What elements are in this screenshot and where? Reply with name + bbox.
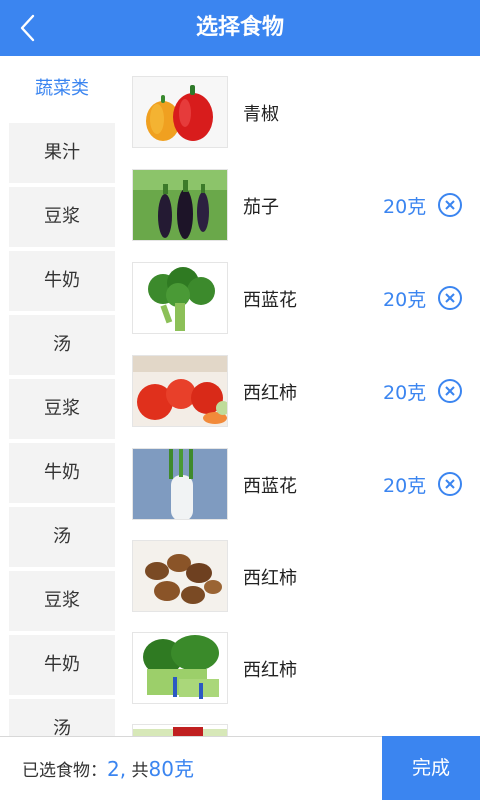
close-circle-icon	[438, 193, 462, 217]
back-button[interactable]	[6, 0, 50, 56]
total-label: 共	[131, 761, 149, 781]
food-image-tomatoes	[132, 355, 228, 427]
food-row[interactable]: 西蓝花 20克	[124, 444, 480, 524]
remove-button[interactable]	[436, 284, 464, 312]
category-label: 汤	[53, 718, 71, 736]
food-name: 西红柿	[243, 568, 297, 589]
food-amount: 20克	[383, 475, 427, 497]
category-label: 蔬菜类	[35, 78, 89, 99]
remove-button[interactable]	[436, 191, 464, 219]
selection-summary: 已选食物：2, 共80克	[22, 737, 194, 800]
food-image-eggplants	[132, 169, 228, 241]
remove-button[interactable]	[436, 470, 464, 498]
page-title: 选择食物	[195, 15, 284, 40]
food-row[interactable]: 西红柿	[124, 628, 480, 708]
selected-label: 已选食物：	[22, 761, 107, 781]
category-item-soup[interactable]: 汤	[9, 315, 115, 375]
total-value: 80克	[148, 757, 194, 781]
food-amount: 20克	[383, 289, 427, 311]
category-item-soy-milk[interactable]: 豆浆	[9, 379, 115, 439]
category-label: 牛奶	[44, 462, 80, 483]
food-image-cabbage	[132, 724, 228, 736]
food-name: 西蓝花	[243, 290, 297, 311]
category-item-milk[interactable]: 牛奶	[9, 251, 115, 311]
food-image-mushrooms	[132, 540, 228, 612]
category-label: 牛奶	[44, 270, 80, 291]
top-bar: 选择食物	[0, 0, 480, 56]
food-amount: 20克	[383, 196, 427, 218]
food-image-radish	[132, 448, 228, 520]
close-circle-icon	[438, 286, 462, 310]
food-row[interactable]: 西红柿 20克	[124, 351, 480, 431]
food-row[interactable]: 西红柿	[124, 536, 480, 616]
bottom-bar: 已选食物：2, 共80克 完成	[0, 736, 480, 800]
category-item-soy-milk[interactable]: 豆浆	[9, 571, 115, 631]
selected-count: 2,	[107, 757, 127, 781]
food-name: 西红柿	[243, 660, 297, 681]
food-row[interactable]: 茄子 20克	[124, 165, 480, 245]
food-amount: 20克	[383, 382, 427, 404]
food-image-bell-peppers	[132, 76, 228, 148]
app-root: 选择食物 蔬菜类 果汁 豆浆 牛奶 汤 豆浆 牛奶 汤 豆浆 牛奶 汤 青椒 茄…	[0, 0, 480, 800]
category-item-soup[interactable]: 汤	[9, 507, 115, 567]
done-button[interactable]: 完成	[382, 736, 480, 800]
close-circle-icon	[438, 379, 462, 403]
close-circle-icon	[438, 472, 462, 496]
category-label: 果汁	[44, 142, 80, 163]
food-row[interactable]: 青椒	[124, 72, 480, 152]
category-item-soup[interactable]: 汤	[9, 699, 115, 736]
category-item-milk[interactable]: 牛奶	[9, 635, 115, 695]
food-image-spinach	[132, 632, 228, 704]
category-item-milk[interactable]: 牛奶	[9, 443, 115, 503]
category-item-soy-milk[interactable]: 豆浆	[9, 187, 115, 247]
chevron-left-icon	[20, 14, 35, 42]
category-label: 豆浆	[44, 590, 80, 611]
food-name: 西蓝花	[243, 476, 297, 497]
category-label: 汤	[53, 526, 71, 547]
category-label: 豆浆	[44, 398, 80, 419]
food-image-broccoli	[132, 262, 228, 334]
remove-button[interactable]	[436, 377, 464, 405]
category-label: 汤	[53, 334, 71, 355]
food-row[interactable]: 西蓝花 20克	[124, 258, 480, 338]
category-item-vegetables[interactable]: 蔬菜类	[9, 59, 115, 119]
food-row[interactable]	[124, 720, 480, 736]
food-name: 青椒	[243, 104, 279, 125]
category-label: 牛奶	[44, 654, 80, 675]
category-item-juice[interactable]: 果汁	[9, 123, 115, 183]
category-sidebar: 蔬菜类 果汁 豆浆 牛奶 汤 豆浆 牛奶 汤 豆浆 牛奶 汤	[0, 56, 124, 736]
food-name: 茄子	[243, 197, 279, 218]
food-name: 西红柿	[243, 383, 297, 404]
category-label: 豆浆	[44, 206, 80, 227]
food-list: 青椒 茄子 20克 西蓝花 20克 西红柿 20克 西蓝花 20克 西红柿 西红…	[124, 56, 480, 736]
